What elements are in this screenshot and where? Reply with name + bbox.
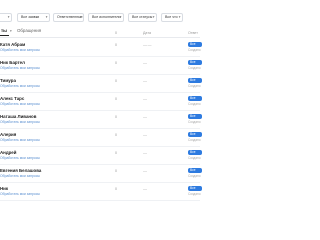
row-name: Наташа Ливанов bbox=[0, 114, 37, 119]
list-item[interactable]: Ник Бартел Обработать мои запросы 0 — Вс… bbox=[0, 56, 202, 75]
row-count: 0 bbox=[115, 43, 117, 47]
filter-dropdown-requests-label: Все заявки bbox=[21, 15, 40, 19]
row-link[interactable]: Обработать мои запросы bbox=[0, 192, 40, 196]
row-status-note: Создано bbox=[188, 102, 201, 106]
row-date: — bbox=[143, 168, 147, 173]
tab-underline bbox=[0, 35, 9, 36]
row-date: — bbox=[143, 150, 147, 155]
chevron-down-icon: ▾ bbox=[178, 15, 181, 19]
row-date: — bbox=[143, 78, 147, 83]
row-name: Ник Бартел bbox=[0, 60, 25, 65]
filter-dropdown-1[interactable]: ▾ bbox=[0, 13, 12, 22]
filter-dropdown-statuses-label: Все статусы bbox=[132, 15, 153, 19]
row-link[interactable]: Обработать мои запросы bbox=[0, 156, 40, 160]
column-header-response: Ответ bbox=[188, 31, 198, 35]
column-header-date: Дата bbox=[143, 31, 151, 35]
row-count: 0 bbox=[115, 151, 117, 155]
status-badge[interactable]: Все bbox=[188, 42, 202, 47]
row-name: Ник bbox=[0, 186, 9, 191]
row-count: 0 bbox=[115, 133, 117, 137]
row-count: 0 bbox=[115, 97, 117, 101]
filter-dropdown-responsible-label: Ответственные bbox=[57, 15, 83, 19]
chevron-down-icon: ▾ bbox=[7, 15, 10, 19]
row-link[interactable]: Обработать мои запросы bbox=[0, 84, 40, 88]
status-badge[interactable]: Все bbox=[188, 78, 202, 83]
list-item[interactable]: Андрей Обработать мои запросы 0 — Все Со… bbox=[0, 146, 202, 165]
status-badge[interactable]: Все bbox=[188, 96, 202, 101]
row-status-note: Создано bbox=[188, 192, 201, 196]
chevron-down-icon: ▾ bbox=[152, 15, 155, 19]
row-count: 0 bbox=[115, 115, 117, 119]
row-status-note: Создано bbox=[188, 120, 201, 124]
row-date: — bbox=[143, 60, 147, 65]
status-badge[interactable]: Все bbox=[188, 114, 202, 119]
row-status-note: Создано bbox=[188, 156, 201, 160]
row-link[interactable]: Обработать мои запросы bbox=[0, 174, 40, 178]
list-item[interactable]: Катя Абрам Обработать мои запросы 0 — — … bbox=[0, 38, 202, 57]
list-item[interactable]: Алерия Обработать мои запросы 0 — Все Со… bbox=[0, 128, 202, 147]
row-count: 0 bbox=[115, 187, 117, 191]
row-count: 0 bbox=[115, 79, 117, 83]
row-link[interactable]: Обработать мои запросы bbox=[0, 102, 40, 106]
tab-bar: ты ▾ Обращения bbox=[0, 28, 200, 36]
row-status-note: Создано bbox=[188, 174, 201, 178]
row-name: Евгения Белашова bbox=[0, 168, 42, 173]
row-date: — bbox=[143, 132, 147, 137]
status-badge[interactable]: Все bbox=[188, 60, 202, 65]
chevron-down-icon[interactable]: ▾ bbox=[10, 28, 12, 34]
row-status-note: Создано bbox=[188, 48, 201, 52]
row-date: — bbox=[143, 186, 147, 191]
row-name: Катя Абрам bbox=[0, 42, 26, 47]
row-name: Алерия bbox=[0, 132, 17, 137]
list-item[interactable]: Ник Обработать мои запросы 0 — Все Созда… bbox=[0, 182, 202, 201]
tab-active[interactable]: ты bbox=[1, 28, 7, 34]
row-status-note: Создано bbox=[188, 84, 201, 88]
status-badge[interactable]: Все bbox=[188, 150, 202, 155]
filter-dropdown-other-label: Все что bbox=[165, 15, 178, 19]
column-header-count: 0 bbox=[115, 31, 117, 35]
filter-dropdown-executors-label: Все исполнители bbox=[92, 15, 121, 19]
row-link[interactable]: Обработать мои запросы bbox=[0, 138, 40, 142]
row-name: Алекс Тарс bbox=[0, 96, 25, 101]
row-link[interactable]: Обработать мои запросы bbox=[0, 48, 40, 52]
chevron-down-icon: ▾ bbox=[119, 15, 122, 19]
filter-bar: ▾ Все заявки ▾ Ответственные ▾ Все испол… bbox=[0, 13, 200, 23]
list-item[interactable]: Евгения Белашова Обработать мои запросы … bbox=[0, 164, 202, 183]
tab-requests[interactable]: Обращения bbox=[17, 28, 41, 34]
row-date: — bbox=[143, 96, 147, 101]
filter-dropdown-statuses[interactable]: Все статусы ▾ bbox=[128, 13, 157, 22]
row-count: 0 bbox=[115, 169, 117, 173]
row-status-note: Создано bbox=[188, 138, 201, 142]
status-badge[interactable]: Все bbox=[188, 186, 202, 191]
filter-dropdown-executors[interactable]: Все исполнители ▾ bbox=[88, 13, 124, 22]
row-count: 0 bbox=[115, 61, 117, 65]
status-badge[interactable]: Все bbox=[188, 132, 202, 137]
list-item[interactable]: Тимура Обработать мои запросы 0 — Все Со… bbox=[0, 74, 202, 93]
filter-dropdown-responsible[interactable]: Ответственные ▾ bbox=[53, 13, 84, 22]
row-name: Андрей bbox=[0, 150, 17, 155]
status-badge[interactable]: Все bbox=[188, 168, 202, 173]
row-date: — bbox=[143, 114, 147, 119]
row-link[interactable]: Обработать мои запросы bbox=[0, 66, 40, 70]
filter-dropdown-requests[interactable]: Все заявки ▾ bbox=[17, 13, 50, 22]
list-item[interactable]: Алекс Тарс Обработать мои запросы 0 — Вс… bbox=[0, 92, 202, 111]
filter-dropdown-other[interactable]: Все что ▾ bbox=[161, 13, 183, 22]
chevron-down-icon: ▾ bbox=[45, 15, 48, 19]
row-status-note: Создано bbox=[188, 66, 201, 70]
row-date: — — bbox=[143, 42, 152, 47]
row-name: Тимура bbox=[0, 78, 16, 83]
row-link[interactable]: Обработать мои запросы bbox=[0, 120, 40, 124]
chevron-down-icon: ▾ bbox=[79, 15, 82, 19]
list-item[interactable]: Наташа Ливанов Обработать мои запросы 0 … bbox=[0, 110, 202, 129]
